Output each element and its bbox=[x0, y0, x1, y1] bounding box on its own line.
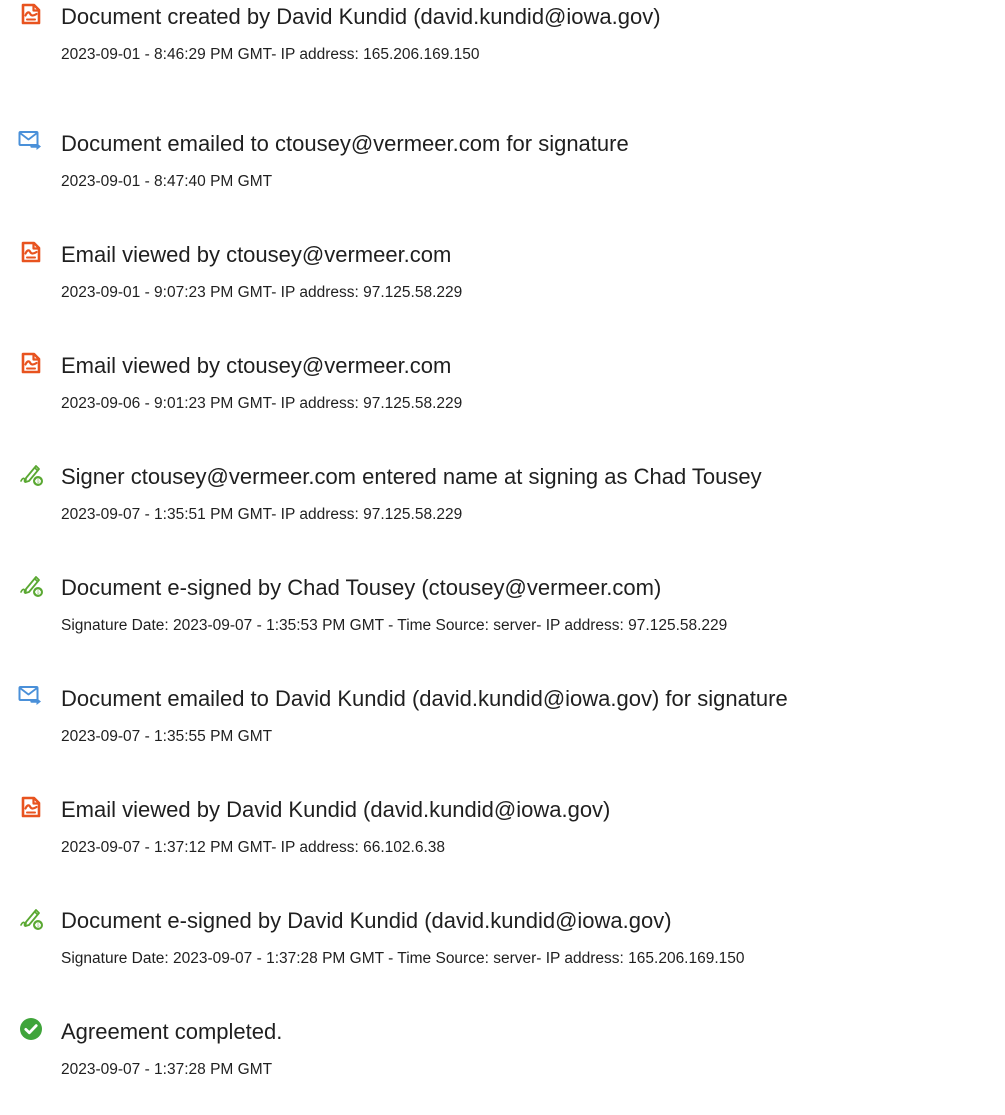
e-sign-pen-icon bbox=[18, 905, 44, 931]
audit-trail-list: Document created by David Kundid (david.… bbox=[0, 0, 1005, 1112]
event-detail: 2023-09-01 - 9:07:23 PM GMT- IP address:… bbox=[61, 284, 463, 301]
audit-event: Document emailed to David Kundid (david.… bbox=[0, 682, 1005, 782]
email-sent-icon bbox=[18, 128, 44, 154]
event-title: Email viewed by David Kundid (david.kund… bbox=[61, 797, 611, 822]
audit-event: Document created by David Kundid (david.… bbox=[0, 0, 1005, 100]
event-title: Document e-signed by Chad Tousey (ctouse… bbox=[61, 575, 662, 600]
event-title: Document created by David Kundid (david.… bbox=[61, 4, 661, 29]
audit-event: Agreement completed. 2023-09-07 - 1:37:2… bbox=[0, 1015, 1005, 1115]
event-detail: 2023-09-07 - 1:35:55 PM GMT bbox=[61, 728, 273, 745]
audit-event: Email viewed by ctousey@vermeer.com 2023… bbox=[0, 349, 1005, 449]
e-sign-pen-icon bbox=[18, 572, 44, 598]
audit-event: Signer ctousey@vermeer.com entered name … bbox=[0, 460, 1005, 560]
email-sent-icon bbox=[18, 683, 44, 709]
document-icon bbox=[18, 1, 44, 27]
check-circle-icon bbox=[18, 1016, 44, 1042]
event-title: Document emailed to David Kundid (david.… bbox=[61, 686, 788, 711]
event-detail: 2023-09-07 - 1:37:28 PM GMT bbox=[61, 1061, 273, 1078]
event-detail: 2023-09-07 - 1:37:12 PM GMT- IP address:… bbox=[61, 839, 445, 856]
document-icon bbox=[18, 794, 44, 820]
event-title: Document emailed to ctousey@vermeer.com … bbox=[61, 131, 629, 156]
audit-event: Email viewed by ctousey@vermeer.com 2023… bbox=[0, 238, 1005, 338]
event-detail: Signature Date: 2023-09-07 - 1:37:28 PM … bbox=[61, 950, 745, 967]
event-detail: 2023-09-06 - 9:01:23 PM GMT- IP address:… bbox=[61, 395, 463, 412]
event-detail: Signature Date: 2023-09-07 - 1:35:53 PM … bbox=[61, 617, 728, 634]
event-detail: 2023-09-01 - 8:47:40 PM GMT bbox=[61, 173, 273, 190]
audit-event: Document e-signed by Chad Tousey (ctouse… bbox=[0, 571, 1005, 671]
document-icon bbox=[18, 350, 44, 376]
audit-event: Document emailed to ctousey@vermeer.com … bbox=[0, 127, 1005, 227]
audit-event: Document e-signed by David Kundid (david… bbox=[0, 904, 1005, 1004]
event-title: Agreement completed. bbox=[61, 1019, 283, 1044]
event-title: Document e-signed by David Kundid (david… bbox=[61, 908, 672, 933]
document-icon bbox=[18, 239, 44, 265]
event-title: Signer ctousey@vermeer.com entered name … bbox=[61, 464, 762, 489]
event-detail: 2023-09-07 - 1:35:51 PM GMT- IP address:… bbox=[61, 506, 463, 523]
e-sign-pen-icon bbox=[18, 461, 44, 487]
event-title: Email viewed by ctousey@vermeer.com bbox=[61, 242, 452, 267]
event-title: Email viewed by ctousey@vermeer.com bbox=[61, 353, 452, 378]
audit-event: Email viewed by David Kundid (david.kund… bbox=[0, 793, 1005, 893]
event-detail: 2023-09-01 - 8:46:29 PM GMT- IP address:… bbox=[61, 46, 480, 63]
